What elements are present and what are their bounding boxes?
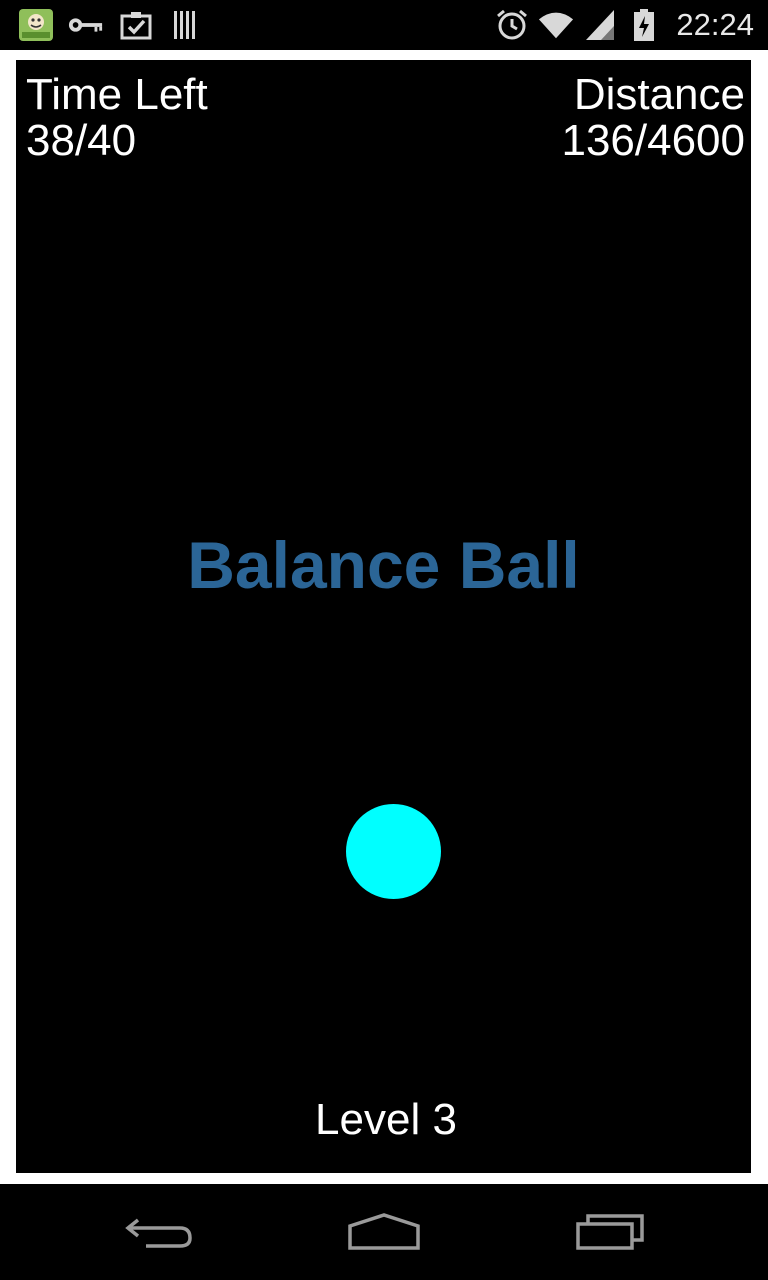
status-bar: 22:24 xyxy=(0,0,768,50)
balance-ball xyxy=(346,804,441,899)
signal-icon xyxy=(582,8,618,42)
level-label: Level 3 xyxy=(315,1095,457,1144)
alarm-icon xyxy=(494,8,530,42)
time-left-label: Time Left xyxy=(26,70,208,119)
battery-charging-icon xyxy=(626,8,662,42)
recent-apps-button[interactable] xyxy=(555,1202,665,1262)
back-button[interactable] xyxy=(104,1202,214,1262)
barcode-icon xyxy=(168,8,204,42)
distance-label: Distance xyxy=(573,70,745,119)
recent-apps-icon xyxy=(576,1214,644,1250)
key-icon xyxy=(68,8,104,42)
navigation-bar xyxy=(0,1184,768,1280)
system-icons: 22:24 xyxy=(494,8,754,42)
home-button[interactable] xyxy=(329,1202,439,1262)
clipboard-check-icon xyxy=(118,8,154,42)
game-canvas[interactable]: Time Left 38/40 Distance 136/4600 Balanc… xyxy=(16,60,751,1173)
wifi-icon xyxy=(538,8,574,42)
home-icon xyxy=(348,1213,420,1250)
notification-icons xyxy=(18,8,204,42)
status-clock: 22:24 xyxy=(676,7,754,42)
game-title: Balance Ball xyxy=(187,528,580,602)
app-notification-icon xyxy=(18,8,54,42)
distance-value: 136/4600 xyxy=(561,116,745,165)
time-left-value: 38/40 xyxy=(26,116,137,165)
back-icon xyxy=(125,1218,192,1248)
